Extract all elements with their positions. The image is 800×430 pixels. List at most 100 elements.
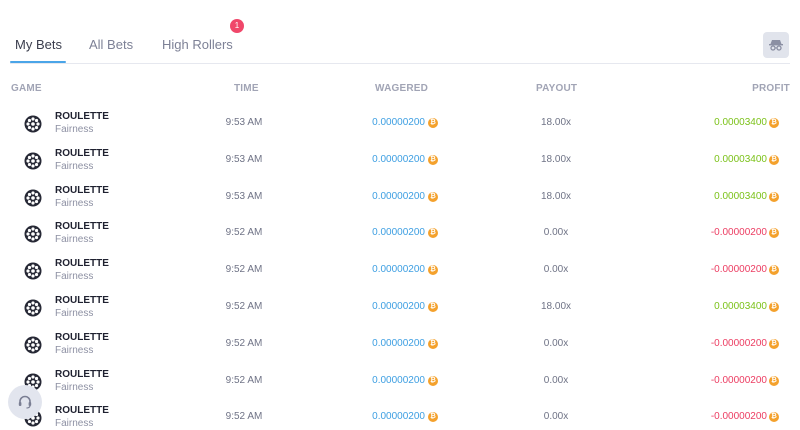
bet-time: 9:53 AM — [225, 117, 263, 128]
payout-multiplier: 18.00x — [540, 190, 572, 202]
table-row[interactable]: ROULETTE Fairness 9:52 AM 0.00000200 ₿ 0.00x -… — [0, 398, 800, 430]
fairness-link[interactable]: Fairness — [55, 198, 93, 209]
bitcoin-icon: ₿ — [769, 338, 779, 349]
wagered-amount: 0.00000200 — [372, 337, 425, 349]
column-payout: PAYOUT — [536, 83, 578, 94]
table-row[interactable]: ROULETTE Fairness 9:53 AM 0.00000200 ₿ 18.00x… — [0, 178, 800, 215]
bet-time: 9:52 AM — [225, 374, 263, 386]
game-name[interactable]: ROULETTE — [55, 295, 109, 306]
bitcoin-icon: ₿ — [428, 375, 438, 386]
bitcoin-icon: ₿ — [769, 228, 779, 239]
bet-time: 9:52 AM — [225, 411, 263, 423]
tab-my-bets[interactable]: My Bets — [15, 37, 62, 52]
bet-time: 9:52 AM — [225, 227, 263, 239]
column-wagered: WAGERED — [375, 83, 429, 94]
bets-tabs: My Bets All Bets High Rollers 1 — [0, 0, 800, 64]
game-name[interactable]: ROULETTE — [55, 148, 109, 159]
bitcoin-icon: ₿ — [769, 191, 779, 202]
payout-multiplier: 0.00x — [543, 264, 569, 276]
bet-time: 9:52 AM — [225, 337, 263, 349]
game-name[interactable]: ROULETTE — [55, 258, 109, 269]
roulette-icon — [24, 189, 42, 207]
wagered-amount: 0.00000200 — [372, 374, 425, 386]
profit-amount: -0.00000200 — [710, 411, 767, 423]
bitcoin-icon: ₿ — [769, 302, 779, 312]
fairness-link[interactable]: Fairness — [55, 345, 93, 356]
hide-bets-button[interactable] — [763, 32, 789, 58]
bitcoin-icon: ₿ — [428, 265, 438, 276]
bitcoin-icon: ₿ — [428, 338, 438, 349]
headset-icon — [18, 395, 32, 409]
table-row[interactable]: ROULETTE Fairness 9:53 AM 0.00000200 ₿ 18.00x… — [0, 104, 800, 141]
fairness-link[interactable]: Fairness — [55, 124, 93, 135]
payout-multiplier: 18.00x — [540, 117, 572, 128]
payout-multiplier: 0.00x — [543, 337, 569, 349]
roulette-icon — [24, 115, 42, 133]
roulette-icon — [24, 336, 42, 354]
wagered-amount: 0.00000200 — [372, 264, 425, 276]
bitcoin-icon: ₿ — [769, 265, 779, 276]
bitcoin-icon: ₿ — [428, 154, 438, 165]
tab-high-rollers[interactable]: High Rollers — [162, 37, 233, 52]
bitcoin-icon: ₿ — [428, 191, 438, 202]
table-header: GAME TIME WAGERED PAYOUT PROFIT — [0, 83, 800, 97]
bitcoin-icon: ₿ — [428, 118, 438, 128]
profit-amount: 0.00003400 — [714, 153, 767, 165]
wagered-amount: 0.00000200 — [372, 117, 425, 128]
tabs-divider — [10, 63, 790, 64]
roulette-icon — [24, 225, 42, 243]
game-name[interactable]: ROULETTE — [55, 185, 109, 196]
column-profit: PROFIT — [752, 83, 790, 94]
bitcoin-icon: ₿ — [428, 302, 438, 312]
payout-multiplier: 18.00x — [540, 153, 572, 165]
bitcoin-icon: ₿ — [428, 412, 438, 423]
roulette-icon — [24, 152, 42, 170]
fairness-link[interactable]: Fairness — [55, 234, 93, 245]
fairness-link[interactable]: Fairness — [55, 161, 93, 172]
table-row[interactable]: ROULETTE Fairness 9:52 AM 0.00000200 ₿ 0.00x -… — [0, 214, 800, 251]
game-name[interactable]: ROULETTE — [55, 369, 109, 380]
profit-amount: -0.00000200 — [710, 374, 767, 386]
wagered-amount: 0.00000200 — [372, 411, 425, 423]
wagered-amount: 0.00000200 — [372, 153, 425, 165]
fairness-link[interactable]: Fairness — [55, 308, 93, 319]
profit-amount: 0.00003400 — [714, 117, 767, 128]
wagered-amount: 0.00000200 — [372, 301, 425, 312]
bitcoin-icon: ₿ — [769, 375, 779, 386]
profit-amount: -0.00000200 — [710, 264, 767, 276]
incognito-icon — [769, 40, 783, 51]
bitcoin-icon: ₿ — [769, 118, 779, 128]
column-game: GAME — [11, 83, 42, 94]
bet-time: 9:53 AM — [225, 190, 263, 202]
column-time: TIME — [234, 83, 259, 94]
support-button[interactable] — [8, 385, 42, 419]
fairness-link[interactable]: Fairness — [55, 418, 93, 429]
profit-amount: -0.00000200 — [710, 227, 767, 239]
bitcoin-icon: ₿ — [428, 228, 438, 239]
fairness-link[interactable]: Fairness — [55, 271, 93, 282]
payout-multiplier: 0.00x — [543, 374, 569, 386]
game-name[interactable]: ROULETTE — [55, 221, 109, 232]
game-name[interactable]: ROULETTE — [55, 111, 109, 122]
notification-badge: 1 — [230, 19, 244, 33]
fairness-link[interactable]: Fairness — [55, 382, 93, 393]
game-name[interactable]: ROULETTE — [55, 405, 109, 416]
payout-multiplier: 0.00x — [543, 411, 569, 423]
tab-all-bets[interactable]: All Bets — [89, 37, 133, 52]
table-row[interactable]: ROULETTE Fairness 9:52 AM 0.00000200 ₿ 0.00x -… — [0, 325, 800, 362]
payout-multiplier: 0.00x — [543, 227, 569, 239]
roulette-icon — [24, 262, 42, 280]
roulette-icon — [24, 299, 42, 317]
table-row[interactable]: ROULETTE Fairness 9:53 AM 0.00000200 ₿ 18.00x… — [0, 141, 800, 178]
game-name[interactable]: ROULETTE — [55, 332, 109, 343]
wagered-amount: 0.00000200 — [372, 227, 425, 239]
bet-time: 9:52 AM — [225, 301, 263, 312]
bitcoin-icon: ₿ — [769, 154, 779, 165]
table-row[interactable]: ROULETTE Fairness 9:52 AM 0.00000200 ₿ 0.00x -… — [0, 362, 800, 399]
table-row[interactable]: ROULETTE Fairness 9:52 AM 0.00000200 ₿ 18.00x… — [0, 288, 800, 325]
profit-amount: 0.00003400 — [714, 190, 767, 202]
wagered-amount: 0.00000200 — [372, 190, 425, 202]
bet-time: 9:53 AM — [225, 153, 263, 165]
bet-time: 9:52 AM — [225, 264, 263, 276]
table-row[interactable]: ROULETTE Fairness 9:52 AM 0.00000200 ₿ 0.00x -… — [0, 251, 800, 288]
